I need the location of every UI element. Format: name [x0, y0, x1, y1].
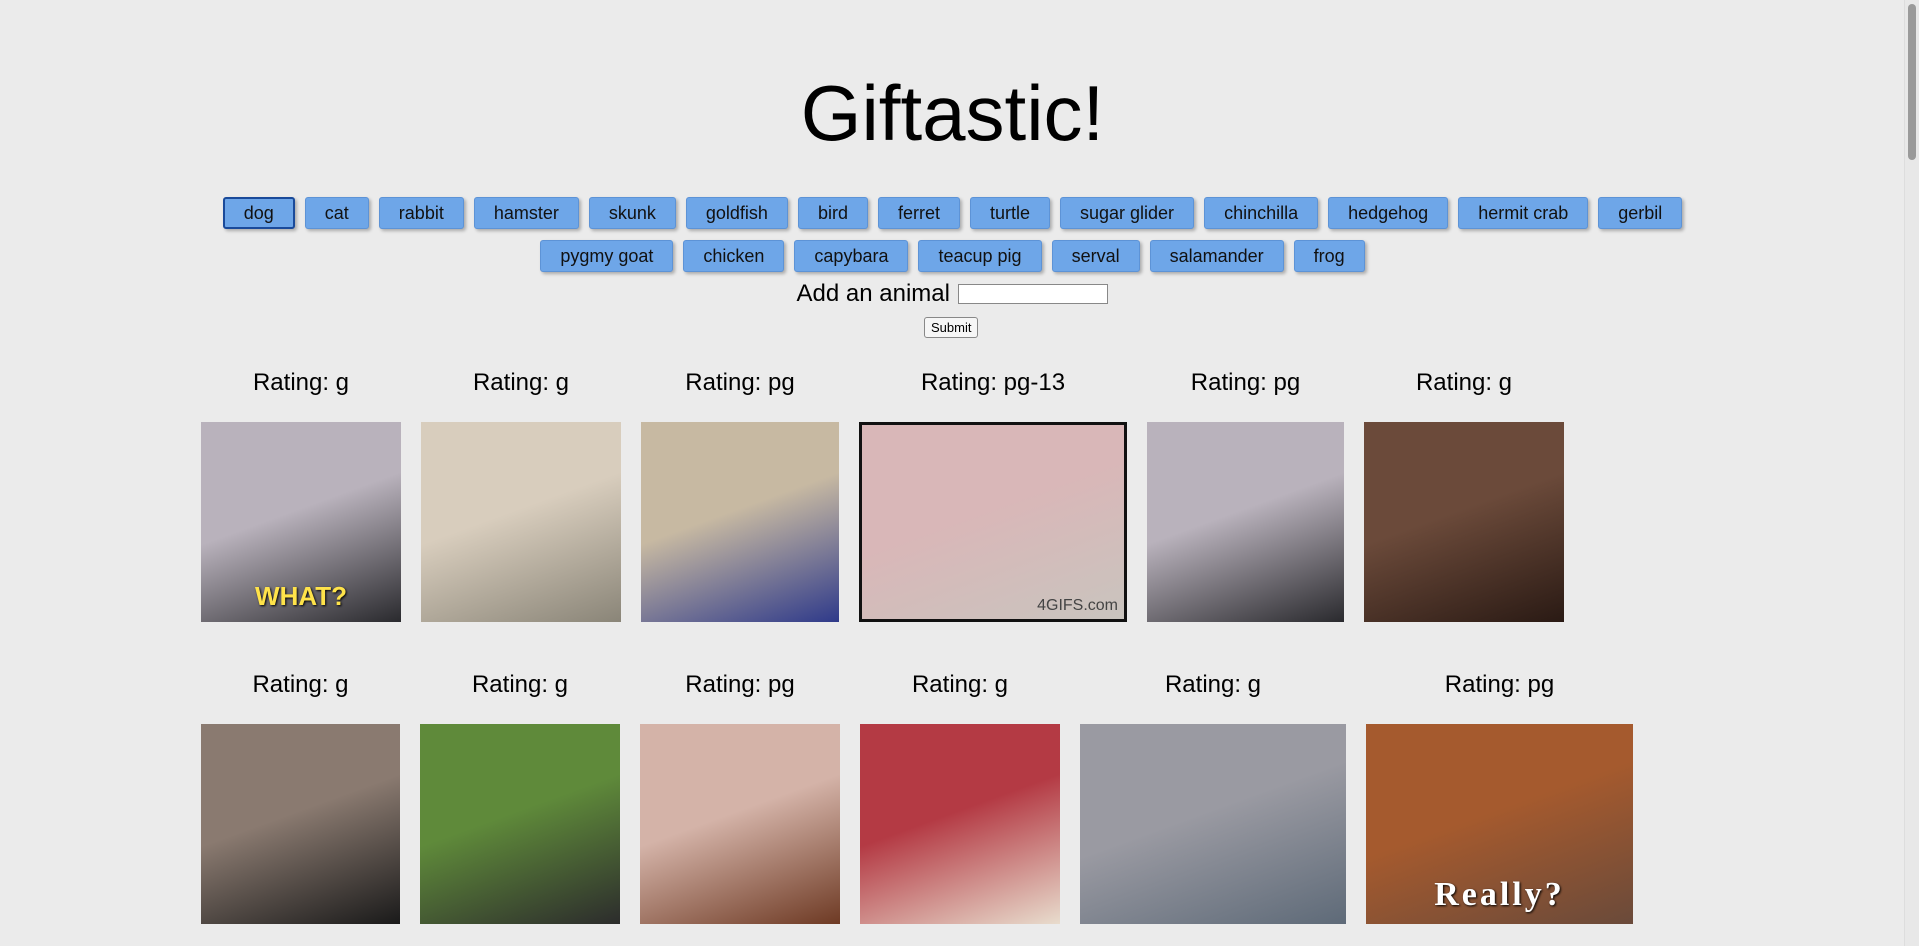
animal-button-skunk[interactable]: skunk: [588, 197, 676, 229]
gif-card: Rating: g: [1080, 670, 1346, 924]
animal-buttons-row-1: dog cat rabbit hamster skunk goldfish bird ferr…: [0, 197, 1905, 229]
gif-image[interactable]: Really?: [1366, 724, 1633, 924]
add-animal-input[interactable]: [958, 284, 1109, 304]
animal-button-cat[interactable]: cat: [304, 197, 369, 229]
gif-rating: Rating: pg-13: [920, 369, 1066, 396]
gif-image[interactable]: [420, 724, 620, 924]
gif-image[interactable]: [641, 422, 839, 622]
animal-buttons-row-2: pygmy goat chicken capybara teacup pig serva…: [0, 240, 1905, 272]
add-animal-form: Add an animal: [0, 280, 1905, 308]
gif-card: Rating: g WHAT?: [201, 368, 401, 622]
gif-card: Rating: g: [201, 670, 400, 924]
animal-button-gerbil[interactable]: gerbil: [1598, 197, 1683, 229]
animal-button-hamster[interactable]: hamster: [473, 197, 579, 229]
animal-button-rabbit[interactable]: rabbit: [378, 197, 464, 229]
animal-button-serval[interactable]: serval: [1051, 240, 1140, 272]
gif-card: Rating: g: [420, 670, 620, 924]
gif-caption: 4GIFS.com: [1037, 597, 1118, 614]
animal-button-capybara[interactable]: capybara: [794, 240, 909, 272]
gif-card: Rating: pg: [1147, 368, 1344, 622]
gif-rating: Rating: g: [471, 671, 569, 698]
gif-rating: Rating: g: [252, 369, 350, 396]
submit-button[interactable]: Submit: [924, 317, 979, 338]
gif-rating: Rating: pg: [685, 671, 795, 698]
gif-card: Rating: g: [421, 368, 621, 622]
animal-button-salamander[interactable]: salamander: [1149, 240, 1284, 272]
animal-button-pygmy-goat[interactable]: pygmy goat: [540, 240, 674, 272]
gif-card: Rating: g: [1364, 368, 1564, 622]
gif-rating: Rating: pg: [685, 369, 795, 396]
gif-rating: Rating: pg: [1444, 671, 1555, 698]
animal-button-dog[interactable]: dog: [222, 197, 295, 229]
gif-card: Rating: pg-13 4GIFS.com: [859, 368, 1127, 622]
gif-rating: Rating: g: [472, 369, 570, 396]
animal-button-bird[interactable]: bird: [797, 197, 868, 229]
page-title: Giftastic!: [800, 69, 1105, 157]
gif-image[interactable]: [1080, 724, 1346, 924]
gif-image[interactable]: [421, 422, 621, 622]
gif-card: Rating: pg: [640, 670, 840, 924]
gif-image[interactable]: 4GIFS.com: [859, 422, 1127, 622]
gif-rating: Rating: pg: [1190, 369, 1301, 396]
gif-rating: Rating: g: [911, 671, 1009, 698]
animal-button-ferret[interactable]: ferret: [877, 197, 960, 229]
scrollbar-thumb[interactable]: [1908, 4, 1916, 160]
animal-button-hermit-crab[interactable]: hermit crab: [1458, 197, 1589, 229]
gif-image[interactable]: [201, 724, 400, 924]
gif-image[interactable]: WHAT?: [201, 422, 401, 622]
gif-card: Rating: g: [860, 670, 1060, 924]
animal-button-frog[interactable]: frog: [1293, 240, 1365, 272]
gif-rating: Rating: g: [252, 671, 349, 698]
animal-button-goldfish[interactable]: goldfish: [685, 197, 788, 229]
gif-card: Rating: pg: [641, 368, 839, 622]
animal-button-teacup-pig[interactable]: teacup pig: [918, 240, 1042, 272]
gif-image[interactable]: [1147, 422, 1344, 622]
gif-caption: Really?: [1434, 876, 1565, 913]
animal-button-chicken[interactable]: chicken: [683, 240, 785, 272]
animal-button-turtle[interactable]: turtle: [969, 197, 1050, 229]
gif-image[interactable]: [860, 724, 1060, 924]
gif-rating: Rating: g: [1164, 671, 1262, 698]
animal-button-hedgehog[interactable]: hedgehog: [1328, 197, 1449, 229]
gif-rating: Rating: g: [1415, 369, 1513, 396]
gif-card: Rating: pg Really?: [1366, 670, 1633, 924]
gif-caption: WHAT?: [255, 581, 347, 611]
gif-image[interactable]: [640, 724, 840, 924]
scrollbar[interactable]: [1904, 0, 1919, 946]
gif-image[interactable]: [1364, 422, 1564, 622]
add-animal-label: Add an animal: [796, 280, 950, 307]
animal-button-chinchilla[interactable]: chinchilla: [1204, 197, 1319, 229]
animal-button-sugar-glider[interactable]: sugar glider: [1060, 197, 1195, 229]
